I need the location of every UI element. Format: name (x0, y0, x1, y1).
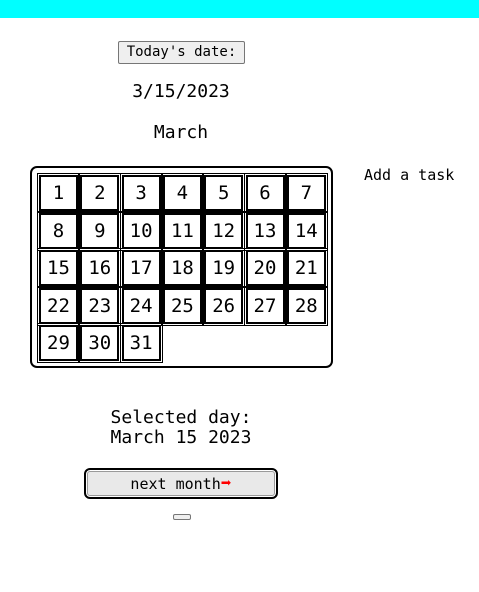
calendar-day[interactable]: 5 (202, 173, 246, 213)
selected-day-label: Selected day: (110, 407, 252, 428)
right-arrow-icon: ➡ (220, 473, 232, 494)
calendar-day[interactable]: 21 (284, 248, 328, 288)
small-button[interactable] (173, 514, 191, 520)
calendar-grid: 1 2 3 4 5 6 7 8 9 10 11 12 13 14 15 16 17 18 19 20 21 22 23 24 2… (30, 166, 333, 368)
calendar-day[interactable]: 22 (37, 285, 80, 326)
calendar-day[interactable]: 11 (160, 210, 204, 251)
calendar-day[interactable]: 29 (37, 323, 80, 363)
todays-date-button[interactable]: Today's date: (118, 41, 245, 64)
calendar-day[interactable]: 18 (160, 248, 204, 288)
top-bar (0, 0, 479, 18)
calendar-day[interactable]: 6 (243, 173, 287, 213)
calendar-day[interactable]: 8 (37, 210, 80, 251)
month-title: March (153, 122, 209, 143)
calendar-day[interactable]: 30 (78, 323, 122, 363)
calendar-day[interactable]: 17 (119, 248, 163, 288)
calendar-day[interactable]: 28 (284, 285, 328, 326)
calendar-day[interactable]: 19 (202, 248, 246, 288)
calendar-day[interactable]: 25 (160, 285, 204, 326)
calendar-day[interactable]: 7 (284, 173, 328, 213)
calendar-day[interactable]: 9 (78, 210, 122, 251)
calendar-day[interactable]: 31 (119, 323, 163, 363)
selected-day-value: March 15 2023 (110, 427, 252, 448)
calendar-day[interactable]: 26 (202, 285, 246, 326)
add-task-link[interactable]: Add a task (364, 166, 454, 184)
calendar-day[interactable]: 15 (37, 248, 80, 288)
calendar-day[interactable]: 27 (243, 285, 287, 326)
calendar-day[interactable]: 20 (243, 248, 287, 288)
calendar-day[interactable]: 23 (78, 285, 122, 326)
calendar-day[interactable]: 1 (37, 173, 80, 213)
next-month-button[interactable]: next month➡ (84, 468, 278, 499)
calendar-day[interactable]: 24 (119, 285, 163, 326)
calendar-day[interactable]: 4 (160, 173, 204, 213)
current-date: 3/15/2023 (132, 81, 230, 102)
calendar-day[interactable]: 16 (78, 248, 122, 288)
calendar-day[interactable]: 10 (119, 210, 163, 251)
calendar-day[interactable]: 12 (202, 210, 246, 251)
next-month-label: next month (130, 475, 221, 493)
calendar-day[interactable]: 3 (119, 173, 163, 213)
calendar-day[interactable]: 13 (243, 210, 287, 251)
calendar-day[interactable]: 2 (78, 173, 122, 213)
selected-day: Selected day: March 15 2023 (0, 408, 362, 448)
calendar-day[interactable]: 14 (284, 210, 328, 251)
